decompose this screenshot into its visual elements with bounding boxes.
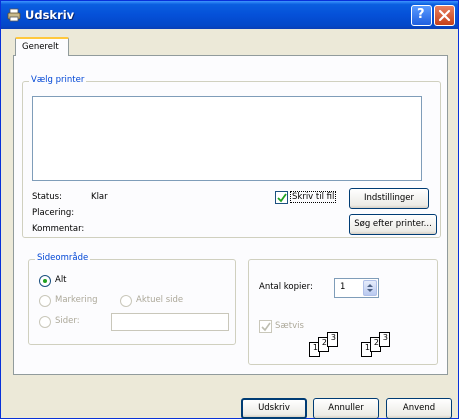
help-button[interactable]: ? — [411, 5, 432, 26]
printer-list[interactable] — [32, 96, 422, 181]
status-label: Status: — [32, 192, 62, 202]
all-radio[interactable] — [39, 275, 51, 287]
status-value: Klar — [91, 192, 108, 202]
current-page-radio[interactable] — [120, 295, 132, 307]
find-printer-button[interactable]: Søg efter printer... — [349, 214, 437, 235]
printer-group-label: Vælg printer — [29, 75, 87, 85]
copies-spinner[interactable]: 1 — [334, 278, 379, 298]
comment-label: Kommentar: — [32, 224, 85, 234]
collate-checkbox[interactable] — [259, 320, 272, 333]
tab-panel: Vælg printer Status: Klar Placering: Kom… — [13, 55, 448, 375]
cancel-button[interactable]: Annuller — [313, 398, 379, 419]
check-icon — [277, 193, 287, 203]
settings-button-label: Indstillinger — [363, 193, 414, 203]
print-button-label: Udskriv — [258, 403, 290, 413]
print-button[interactable]: Udskriv — [241, 398, 307, 419]
pages-label[interactable]: Sider: — [55, 316, 80, 326]
copies-label: Antal kopier: — [259, 282, 313, 292]
page-range-group: Sideområde Alt Markering Aktuel side Sid… — [28, 253, 236, 345]
collate-illustration: 1 2 3 1 2 3 — [309, 332, 409, 360]
settings-button[interactable]: Indstillinger — [349, 188, 429, 209]
collate-page: 3 — [379, 332, 390, 347]
copies-value: 1 — [340, 282, 346, 292]
cancel-button-label: Annuller — [328, 403, 364, 413]
apply-button[interactable]: Anvend — [386, 398, 452, 419]
spinner-arrows[interactable] — [363, 280, 377, 296]
current-page-label[interactable]: Aktuel side — [136, 295, 183, 305]
page-range-group-label: Sideområde — [35, 253, 91, 263]
print-to-file-checkbox[interactable] — [275, 191, 288, 204]
pages-input[interactable] — [111, 313, 229, 331]
selection-radio[interactable] — [39, 295, 51, 307]
tab-label: Generelt — [22, 42, 59, 52]
pages-radio[interactable] — [39, 316, 51, 328]
collate-label[interactable]: Sætvis — [275, 321, 304, 331]
print-to-file-label[interactable]: Skriv til fil — [289, 191, 337, 203]
printer-icon — [7, 8, 21, 22]
copies-group: Antal kopier: 1 Sætvis 1 2 3 1 2 3 — [248, 259, 438, 365]
selection-label[interactable]: Markering — [55, 295, 98, 305]
help-icon: ? — [417, 7, 425, 22]
all-label[interactable]: Alt — [55, 275, 67, 285]
check-icon — [261, 322, 271, 332]
find-printer-button-label: Søg efter printer... — [354, 219, 432, 229]
printer-group: Vælg printer Status: Klar Placering: Kom… — [22, 75, 441, 238]
radio-selected-dot — [43, 279, 47, 283]
tab-generelt[interactable]: Generelt — [15, 37, 69, 56]
collate-page: 3 — [327, 332, 338, 347]
window-title: Udskriv — [25, 8, 75, 22]
close-button[interactable] — [434, 5, 455, 26]
apply-button-label: Anvend — [402, 403, 436, 413]
updown-icon — [367, 284, 373, 292]
location-label: Placering: — [32, 208, 75, 218]
title-bar[interactable]: Udskriv ? — [1, 1, 458, 29]
print-dialog: Udskriv ? Generelt Vælg printer Status: … — [0, 0, 459, 419]
